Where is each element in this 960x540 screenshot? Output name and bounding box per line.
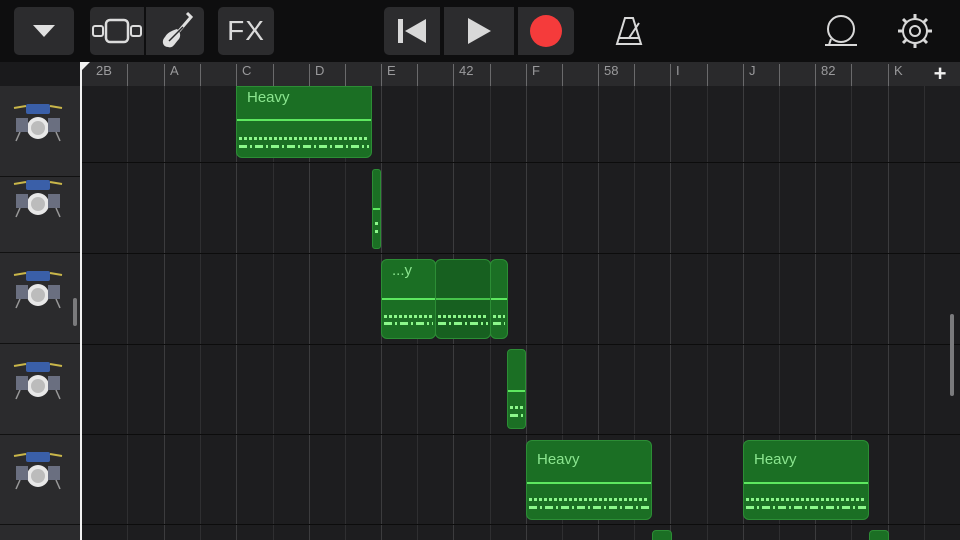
ruler-marker: 58 [604, 63, 619, 78]
drummer-region[interactable] [372, 169, 381, 249]
track-header[interactable] [0, 434, 80, 525]
smart-controls-button[interactable] [146, 7, 204, 55]
region-label: ...y [392, 262, 413, 279]
drummer-region[interactable]: Heavy [743, 440, 869, 520]
drummer-region[interactable] [490, 259, 508, 339]
drummer-region[interactable]: ...y [381, 259, 436, 339]
browser-menu-button[interactable] [14, 7, 74, 55]
drum-kit-icon [13, 362, 63, 400]
playhead[interactable] [80, 62, 82, 540]
ruler-marker: 82 [821, 63, 836, 78]
instrument-guitar-icon [162, 11, 193, 48]
record-button[interactable] [518, 7, 574, 55]
control-bar: FX [0, 0, 960, 62]
drum-kit-icon [13, 271, 63, 309]
ruler-marker: 42 [459, 63, 474, 78]
settings-button[interactable] [890, 7, 940, 55]
play-icon [468, 18, 491, 44]
track-headers [0, 86, 80, 540]
settings-gear-icon [898, 14, 932, 48]
track-header[interactable] [0, 253, 80, 344]
loop-icon [825, 15, 857, 46]
ruler-marker: D [315, 63, 325, 78]
drummer-region[interactable]: Heavy [236, 86, 372, 158]
drum-kit-icon [13, 180, 63, 218]
ruler-marker: K [894, 63, 903, 78]
drummer-region[interactable]: Heavy [526, 440, 652, 520]
drummer-region[interactable] [507, 349, 526, 429]
drummer-region[interactable] [435, 259, 491, 339]
ruler-marker: C [242, 63, 252, 78]
drummer-region[interactable] [869, 530, 889, 540]
ruler-marker: A [170, 63, 179, 78]
track-view-icon [92, 18, 142, 44]
add-section-button[interactable]: + [920, 62, 960, 86]
track-header[interactable] [0, 162, 80, 253]
ruler-marker: J [749, 63, 756, 78]
metronome-button[interactable] [604, 7, 654, 55]
timeline-ruler[interactable]: 2B A C D E 42 F 58 I J 82 K + [80, 62, 960, 87]
fx-label: FX [227, 15, 265, 46]
track-list-scrollbar[interactable] [73, 298, 77, 326]
fx-button[interactable]: FX [218, 7, 274, 55]
tracks-area[interactable]: Heavy ...y Heavy Heavy [80, 86, 960, 540]
ruler-marker: E [387, 63, 396, 78]
region-label: Heavy [247, 89, 290, 106]
playhead-handle[interactable] [80, 62, 90, 72]
go-to-beginning-icon [398, 19, 426, 43]
chevron-down-icon [33, 25, 55, 37]
play-button[interactable] [444, 7, 514, 55]
tracks-view-button[interactable] [90, 7, 144, 55]
tracks-vertical-scrollbar[interactable] [950, 314, 954, 396]
drum-kit-icon [13, 452, 63, 490]
region-label: Heavy [754, 451, 797, 468]
ruler-marker: I [676, 63, 680, 78]
region-label: Heavy [537, 451, 580, 468]
record-icon [530, 15, 562, 47]
ruler-marker: 2B [96, 63, 112, 78]
loop-browser-button[interactable] [816, 7, 866, 55]
ruler-marker: F [532, 63, 540, 78]
go-to-beginning-button[interactable] [384, 7, 440, 55]
drum-kit-icon [13, 104, 63, 142]
track-header[interactable] [0, 344, 80, 435]
drummer-region[interactable] [652, 530, 672, 540]
metronome-icon [615, 17, 643, 45]
